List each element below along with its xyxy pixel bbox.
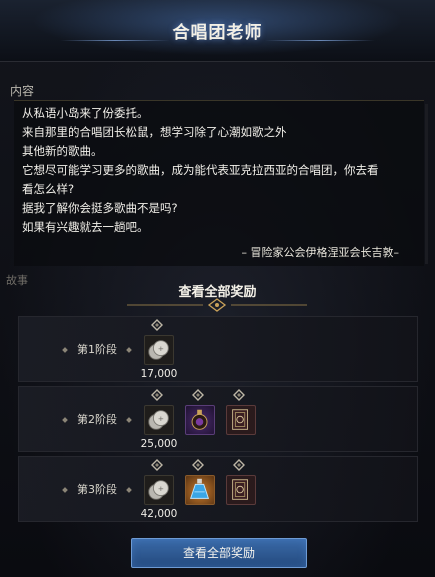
content-scrollbar[interactable] xyxy=(425,104,428,264)
stage-label: 第3阶段 xyxy=(77,483,117,496)
description-line: 据我了解你会挺多歌曲不是吗? xyxy=(22,201,178,215)
grade-diamond-icon xyxy=(151,389,163,401)
reward-item[interactable] xyxy=(226,475,256,505)
svg-text:+: + xyxy=(158,344,164,353)
quest-description: 从私语小岛来了份委托。 来自那里的合唱团长松鼠，想学习除了心潮如歌之外 其他新的… xyxy=(22,104,422,237)
description-line: 如果有兴趣就去一趟吧。 xyxy=(22,220,149,234)
item-quantity: 25,000 xyxy=(140,438,178,450)
reward-item[interactable] xyxy=(185,405,215,435)
description-line: 看怎么样? xyxy=(22,182,75,196)
svg-text:+: + xyxy=(158,414,164,423)
description-line: 它想尽可能学习更多的歌曲，成为能代表亚克拉西亚的合唱团，你去看 xyxy=(22,163,379,177)
reward-stages: 第1阶段 + 17,000 第2阶段 + 25,000 第3阶段 + 42,00… xyxy=(18,316,418,528)
quest-signature: – 冒险家公会伊格涅亚会长吉敦– xyxy=(241,246,400,259)
grade-diamond-icon xyxy=(192,389,204,401)
grade-diamond-icon xyxy=(233,389,245,401)
grade-diamond-icon xyxy=(192,459,204,471)
card-pack-icon xyxy=(232,479,248,500)
title-bar: 合唱团老师 xyxy=(0,0,435,62)
quest-window: 合唱团老师 内容 从私语小岛来了份委托。 来自那里的合唱团长松鼠，想学习除了心潮… xyxy=(0,0,435,577)
silver-coin-icon: + xyxy=(148,340,169,360)
header-ornament-icon xyxy=(127,298,307,312)
view-all-rewards-button[interactable]: 查看全部奖励 xyxy=(131,538,307,568)
reward-stage-3: 第3阶段 + 42,000 xyxy=(18,456,418,522)
reward-item[interactable]: + xyxy=(144,475,174,505)
title-ornament-right xyxy=(265,40,375,41)
stage-label: 第2阶段 xyxy=(77,413,117,426)
description-line: 从私语小岛来了份委托。 xyxy=(22,106,149,120)
stage-label: 第1阶段 xyxy=(77,343,117,356)
grade-diamond-icon xyxy=(151,319,163,331)
silver-coin-icon: + xyxy=(148,410,169,430)
reward-item[interactable]: + xyxy=(144,335,174,365)
reward-item[interactable] xyxy=(226,405,256,435)
reward-stage-1: 第1阶段 + 17,000 xyxy=(18,316,418,382)
description-line: 其他新的歌曲。 xyxy=(22,144,103,158)
reward-stage-2: 第2阶段 + 25,000 xyxy=(18,386,418,452)
blue-potion-icon xyxy=(190,478,210,499)
svg-text:+: + xyxy=(158,484,164,493)
grade-diamond-icon xyxy=(151,459,163,471)
reward-item[interactable] xyxy=(185,475,215,505)
description-line: 来自那里的合唱团长松鼠，想学习除了心潮如歌之外 xyxy=(22,125,287,139)
item-quantity: 42,000 xyxy=(140,508,178,520)
silver-coin-icon: + xyxy=(148,480,169,500)
reward-item[interactable]: + xyxy=(144,405,174,435)
item-quantity: 17,000 xyxy=(140,368,178,380)
grade-diamond-icon xyxy=(233,459,245,471)
content-section-label: 内容 xyxy=(10,84,35,98)
card-pack-icon xyxy=(232,409,248,430)
purple-potion-icon xyxy=(191,409,208,430)
